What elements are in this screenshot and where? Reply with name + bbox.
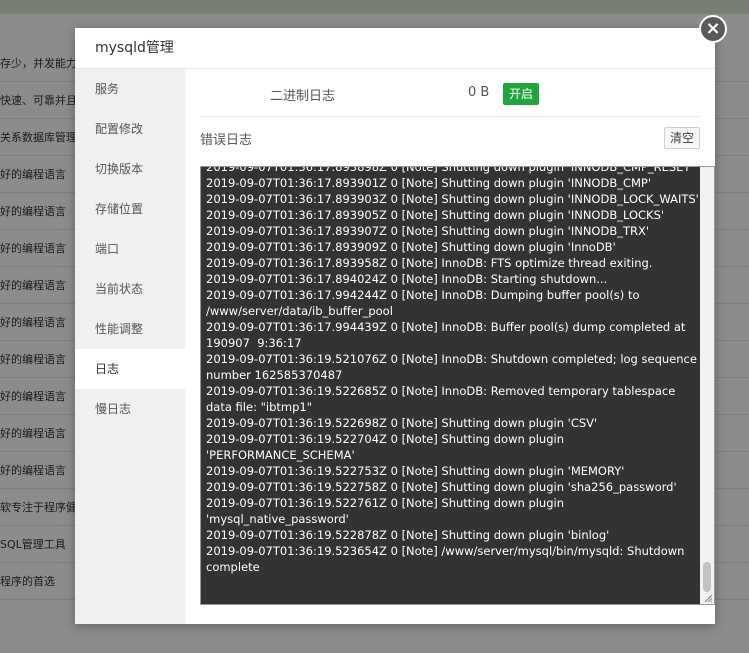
log-line: 2019-09-07T01:36:19.522878Z 0 [Note] Shu…: [206, 528, 610, 542]
sidebar-item-version[interactable]: 切换版本: [75, 149, 185, 189]
error-log-title: 错误日志: [200, 133, 253, 148]
log-panel: 二进制日志 0 B 开启 错误日志 清空 2019-09-07T01:36:17…: [185, 69, 715, 624]
dialog-title: mysqld管理: [75, 28, 715, 69]
log-line: 2019-09-07T01:36:17.893909Z 0 [Note] Shu…: [206, 240, 616, 254]
resize-grip-icon[interactable]: [703, 593, 713, 603]
sidebar-item-service[interactable]: 服务: [75, 69, 185, 109]
sidebar: 服务 配置修改 切换版本 存储位置 端口 当前状态 性能调整 日志 慢日志: [75, 69, 185, 624]
clear-log-button[interactable]: 清空: [664, 127, 700, 149]
enable-binlog-button[interactable]: 开启: [503, 83, 540, 105]
log-line: 2019-09-07T01:36:17.893905Z 0 [Note] Shu…: [206, 208, 665, 222]
log-line: 2019-09-07T01:36:17.893907Z 0 [Note] Shu…: [206, 224, 650, 238]
sidebar-item-port[interactable]: 端口: [75, 229, 185, 269]
log-line: 2019-09-07T01:36:19.522704Z 0 [Note] Shu…: [206, 432, 568, 462]
sidebar-item-config[interactable]: 配置修改: [75, 109, 185, 149]
sidebar-item-performance[interactable]: 性能调整: [75, 309, 185, 349]
binlog-row: 二进制日志 0 B 开启: [200, 69, 700, 117]
sidebar-item-storage[interactable]: 存储位置: [75, 189, 185, 229]
log-line: 2019-09-07T01:36:17.893901Z 0 [Note] Shu…: [206, 176, 652, 190]
close-icon[interactable]: ×: [699, 15, 727, 43]
log-line: 2019-09-07T01:36:19.522761Z 0 [Note] Shu…: [206, 496, 568, 526]
log-line: 2019-09-07T01:36:17.893898Z 0 [Note] Shu…: [206, 166, 694, 174]
sidebar-item-status[interactable]: 当前状态: [75, 269, 185, 309]
log-scrollbar-thumb[interactable]: [703, 562, 711, 592]
mysqld-manager-dialog: mysqld管理 服务 配置修改 切换版本 存储位置 端口 当前状态 性能调整 …: [75, 28, 715, 624]
sidebar-item-logs[interactable]: 日志: [75, 349, 185, 389]
log-scrollbar[interactable]: [700, 167, 714, 604]
binlog-label: 二进制日志: [270, 89, 336, 104]
log-line: 2019-09-07T01:36:19.521076Z 0 [Note] Inn…: [206, 352, 701, 382]
sidebar-item-slow-logs[interactable]: 慢日志: [75, 389, 185, 429]
log-line: 2019-09-07T01:36:17.994244Z 0 [Note] Inn…: [206, 288, 644, 318]
log-line: 2019-09-07T01:36:17.994439Z 0 [Note] Inn…: [206, 320, 690, 350]
log-line: 2019-09-07T01:36:17.894024Z 0 [Note] Inn…: [206, 272, 608, 286]
log-line: 2019-09-07T01:36:17.893903Z 0 [Note] Shu…: [206, 192, 699, 206]
error-log-content: 2019-09-07T01:36:17.893898Z 0 [Note] Shu…: [201, 166, 701, 575]
error-log-textarea[interactable]: 2019-09-07T01:36:17.893898Z 0 [Note] Shu…: [200, 166, 715, 605]
log-line: 2019-09-07T01:36:19.522758Z 0 [Note] Shu…: [206, 480, 677, 494]
log-line: 2019-09-07T01:36:19.522753Z 0 [Note] Shu…: [206, 464, 625, 478]
log-line: 2019-09-07T01:36:19.522698Z 0 [Note] Shu…: [206, 416, 598, 430]
log-line: 2019-09-07T01:36:19.522685Z 0 [Note] Inn…: [206, 384, 679, 414]
log-line: 2019-09-07T01:36:17.893958Z 0 [Note] Inn…: [206, 256, 653, 270]
log-line: 2019-09-07T01:36:19.523654Z 0 [Note] /ww…: [206, 544, 689, 574]
binlog-size: 0 B: [468, 85, 490, 100]
